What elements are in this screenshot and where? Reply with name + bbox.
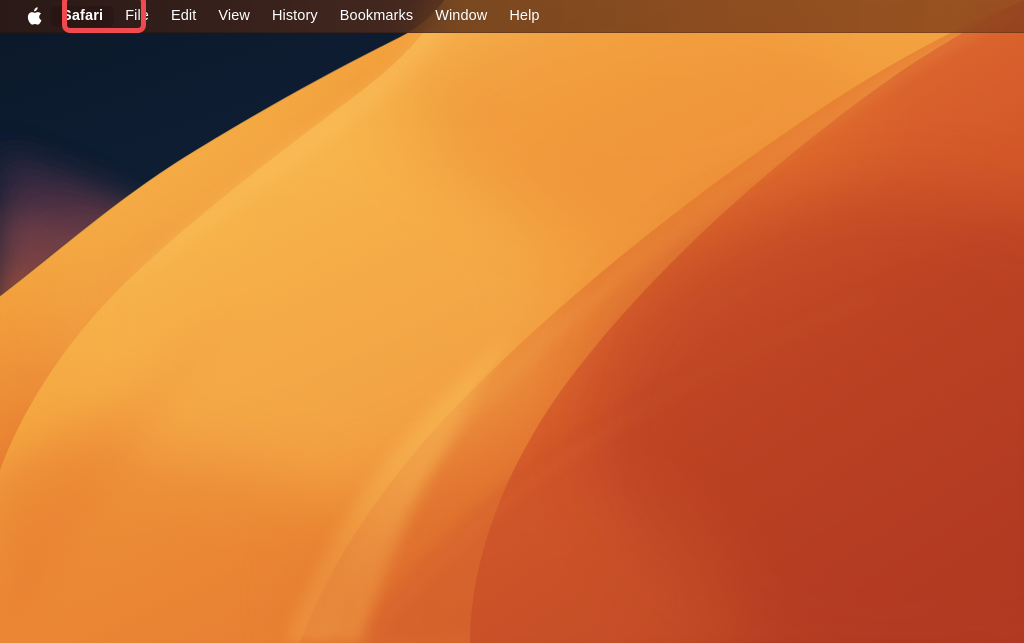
desktop[interactable]: Safari File Edit View History Bookmarks …	[0, 0, 1024, 643]
menu-item-file[interactable]: File	[114, 6, 160, 27]
apple-menu-button[interactable]	[17, 0, 51, 33]
menu-item-safari[interactable]: Safari	[51, 6, 115, 27]
menu-item-window[interactable]: Window	[424, 6, 498, 27]
menu-item-help[interactable]: Help	[498, 6, 550, 27]
menu-item-history[interactable]: History	[261, 6, 329, 27]
apple-logo-icon	[27, 7, 42, 25]
menu-item-bookmarks[interactable]: Bookmarks	[329, 6, 424, 27]
desktop-wallpaper	[0, 0, 1024, 643]
menu-item-view[interactable]: View	[207, 6, 261, 27]
menu-bar[interactable]: Safari File Edit View History Bookmarks …	[0, 0, 1024, 33]
menu-item-edit[interactable]: Edit	[160, 6, 207, 27]
